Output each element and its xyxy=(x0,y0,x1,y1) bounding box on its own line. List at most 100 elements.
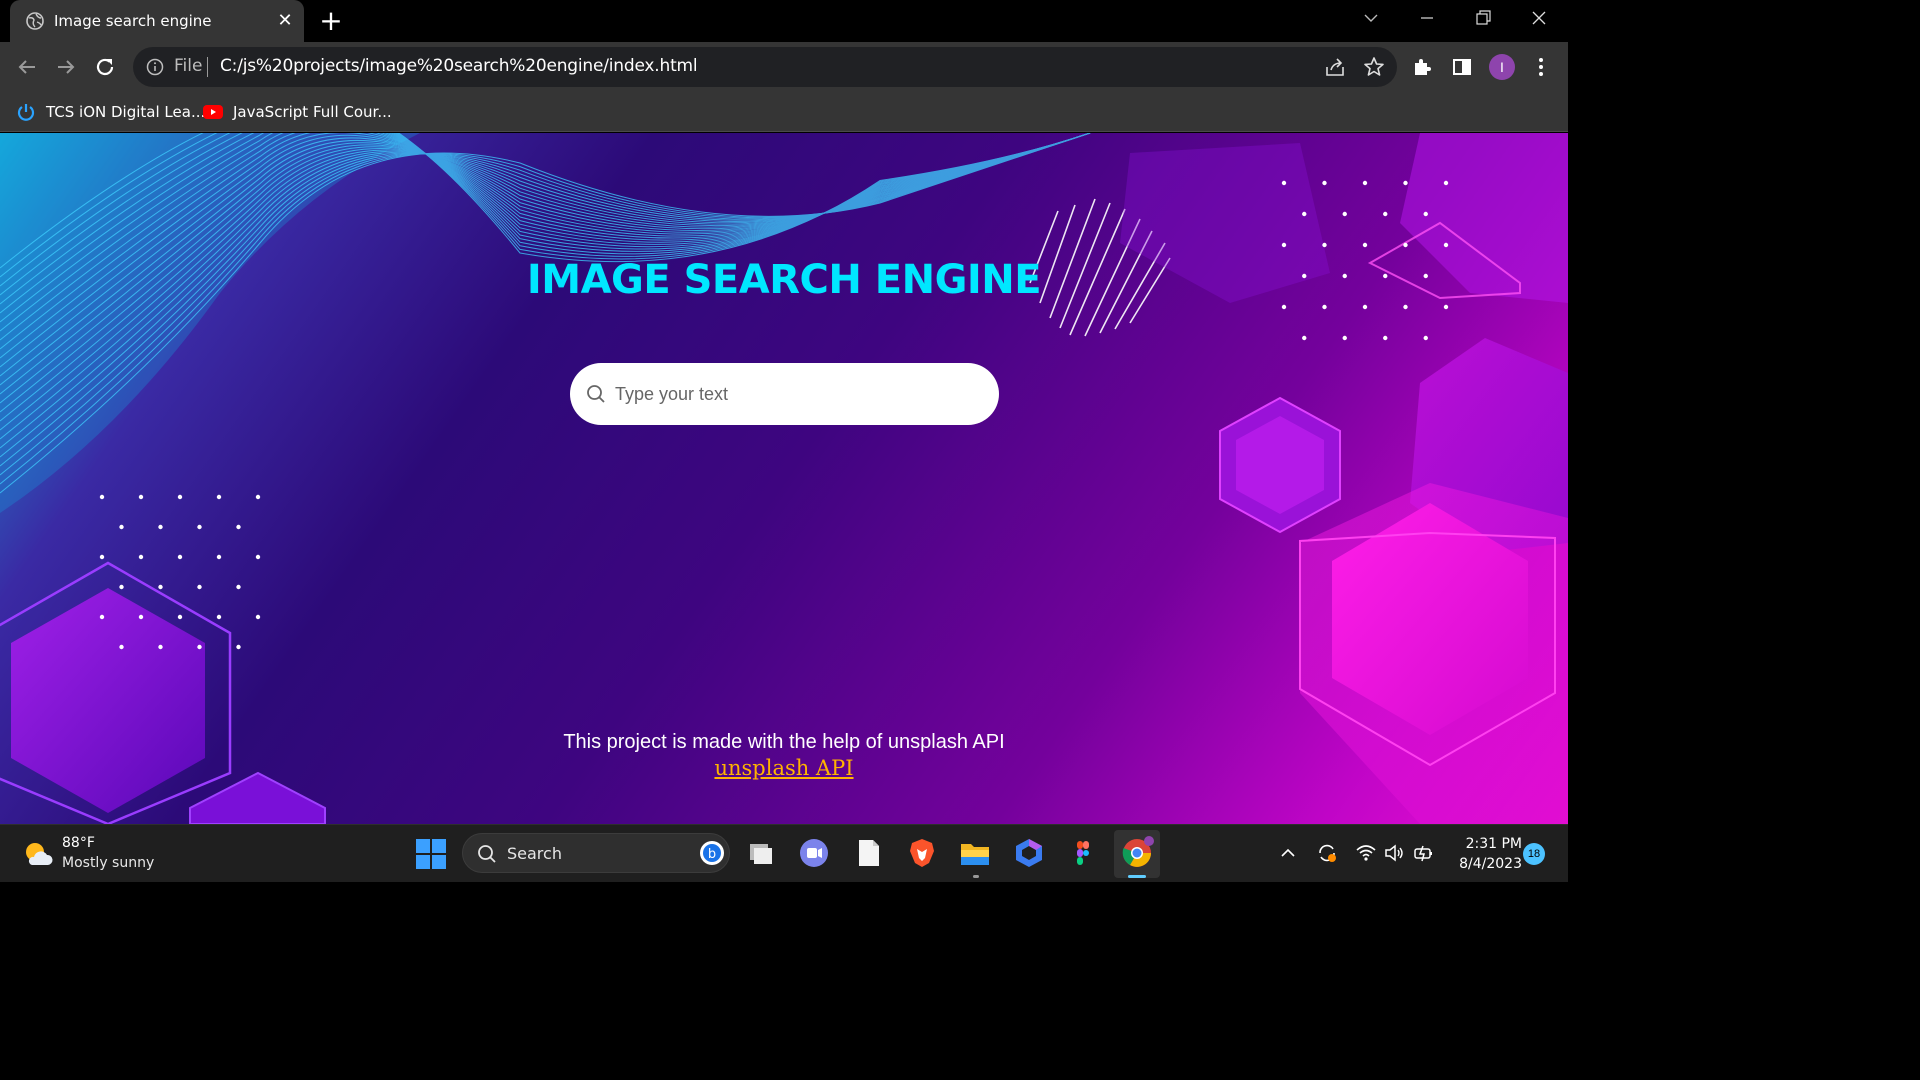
decor-dot xyxy=(99,554,105,560)
side-panel-icon[interactable] xyxy=(1450,55,1474,79)
file-explorer-icon[interactable] xyxy=(958,836,992,870)
weather-temp: 88°F xyxy=(62,835,95,851)
bookmark-star-icon[interactable] xyxy=(1362,55,1386,79)
decor-dot xyxy=(1443,304,1449,310)
decor-dot xyxy=(119,644,124,650)
active-app-indicator xyxy=(1128,875,1146,878)
decor-dot xyxy=(1403,304,1408,310)
chrome-icon[interactable] xyxy=(1120,836,1154,870)
teams-chat-icon[interactable] xyxy=(797,836,831,870)
new-tab-button[interactable]: + xyxy=(318,7,344,35)
clock-date: 8/4/2023 xyxy=(1459,856,1522,872)
decor-dot xyxy=(99,614,105,620)
bookmark-javascript-course[interactable]: JavaScript Full Cour... xyxy=(203,101,392,123)
decor-dot xyxy=(255,554,261,560)
wifi-icon[interactable] xyxy=(1355,842,1377,864)
decor-dot xyxy=(177,494,183,500)
svg-text:b: b xyxy=(708,847,716,862)
windows-taskbar: 88°F Mostly sunny Search b 2:31 PM 8/4/2… xyxy=(0,824,1568,882)
decor-dot xyxy=(1443,180,1449,186)
taskbar-search[interactable]: Search b xyxy=(462,833,730,873)
bookmark-label: TCS iON Digital Lea... xyxy=(46,103,206,121)
url-text[interactable]: C:/js%20projects/image%20search%20engine… xyxy=(220,56,698,76)
decor-dot xyxy=(158,644,163,650)
decor-dot xyxy=(177,614,183,620)
close-tab-icon[interactable]: ✕ xyxy=(274,9,296,31)
browser-toolbar: File C:/js%20projects/image%20search%20e… xyxy=(0,42,1568,92)
taskbar-search-label: Search xyxy=(507,844,562,863)
bookmark-label: JavaScript Full Cour... xyxy=(233,103,392,121)
search-box[interactable] xyxy=(570,363,999,425)
back-arrow-icon[interactable] xyxy=(15,55,39,79)
notepad-icon[interactable] xyxy=(851,836,885,870)
background-art xyxy=(0,133,1568,824)
decor-dot xyxy=(1423,211,1428,217)
decor-dot xyxy=(216,554,222,560)
profile-avatar[interactable]: I xyxy=(1489,54,1515,80)
share-icon[interactable] xyxy=(1323,55,1347,79)
search-input[interactable] xyxy=(615,377,975,411)
decor-dot xyxy=(1403,180,1408,186)
weather-condition: Mostly sunny xyxy=(62,855,155,871)
notification-badge[interactable]: 18 xyxy=(1523,843,1545,865)
decor-dot xyxy=(119,524,124,530)
search-icon xyxy=(478,845,496,863)
decor-dot xyxy=(138,494,144,500)
reload-icon[interactable] xyxy=(93,55,117,79)
info-icon[interactable] xyxy=(146,58,164,76)
decor-dot xyxy=(158,524,163,530)
url-scheme-label: File xyxy=(174,56,203,76)
battery-charging-icon[interactable] xyxy=(1413,842,1435,864)
decor-dot xyxy=(1281,304,1287,310)
youtube-icon xyxy=(203,105,223,119)
unsplash-api-link[interactable]: unsplash API xyxy=(714,756,853,780)
extensions-puzzle-icon[interactable] xyxy=(1411,55,1435,79)
address-bar[interactable]: File C:/js%20projects/image%20search%20e… xyxy=(133,47,1397,87)
tab-search-chevron-icon[interactable] xyxy=(1356,6,1386,32)
bookmark-tcs-ion[interactable]: TCS iON Digital Lea... xyxy=(16,101,205,123)
decor-dot xyxy=(1281,180,1287,186)
power-automate-icon[interactable] xyxy=(1012,836,1046,870)
decor-dot xyxy=(138,554,144,560)
restore-icon[interactable] xyxy=(1468,6,1498,32)
bookmarks-bar: TCS iON Digital Lea... JavaScript Full C… xyxy=(0,92,1568,132)
footer-text: This project is made with the help of un… xyxy=(563,731,1005,753)
decor-dot xyxy=(1403,242,1408,248)
globe-icon xyxy=(26,12,44,30)
bing-chat-icon[interactable]: b xyxy=(699,840,725,866)
close-window-icon[interactable] xyxy=(1524,6,1554,32)
decor-dot xyxy=(255,494,261,500)
decor-dot xyxy=(255,614,261,620)
forward-arrow-icon[interactable] xyxy=(54,55,78,79)
power-icon xyxy=(17,104,35,121)
brave-browser-icon[interactable] xyxy=(905,836,939,870)
page-title: IMAGE SEARCH ENGINE xyxy=(526,257,1042,303)
decor-dot xyxy=(1362,242,1368,248)
sync-icon[interactable] xyxy=(1316,842,1338,864)
system-clock[interactable]: 2:31 PM 8/4/2023 xyxy=(1452,834,1522,874)
figma-icon[interactable] xyxy=(1066,836,1100,870)
browser-tab[interactable]: Image search engine ✕ xyxy=(10,0,304,42)
decor-dot xyxy=(1342,335,1347,341)
task-view-icon[interactable] xyxy=(744,836,778,870)
weather-widget[interactable]: 88°F Mostly sunny xyxy=(22,833,162,875)
decor-dot xyxy=(236,524,241,530)
decor-dot xyxy=(1302,335,1307,341)
windows-start-icon[interactable] xyxy=(414,837,448,871)
clock-time: 2:31 PM xyxy=(1465,836,1522,852)
decor-dot xyxy=(1383,211,1388,217)
chevron-up-icon[interactable] xyxy=(1277,842,1299,864)
page-content: IMAGE SEARCH ENGINE This project is made… xyxy=(0,133,1568,824)
decor-dot xyxy=(1322,242,1327,248)
volume-icon[interactable] xyxy=(1383,842,1405,864)
more-menu-icon[interactable] xyxy=(1529,55,1553,79)
search-icon xyxy=(587,385,605,403)
decor-dot xyxy=(197,524,202,530)
minimize-icon[interactable] xyxy=(1412,6,1442,32)
decor-dot xyxy=(1322,304,1327,310)
decor-dot xyxy=(1302,211,1307,217)
decor-dot xyxy=(99,494,105,500)
decor-dot xyxy=(236,644,241,650)
decor-dot xyxy=(138,614,144,620)
decor-dot xyxy=(1342,211,1347,217)
